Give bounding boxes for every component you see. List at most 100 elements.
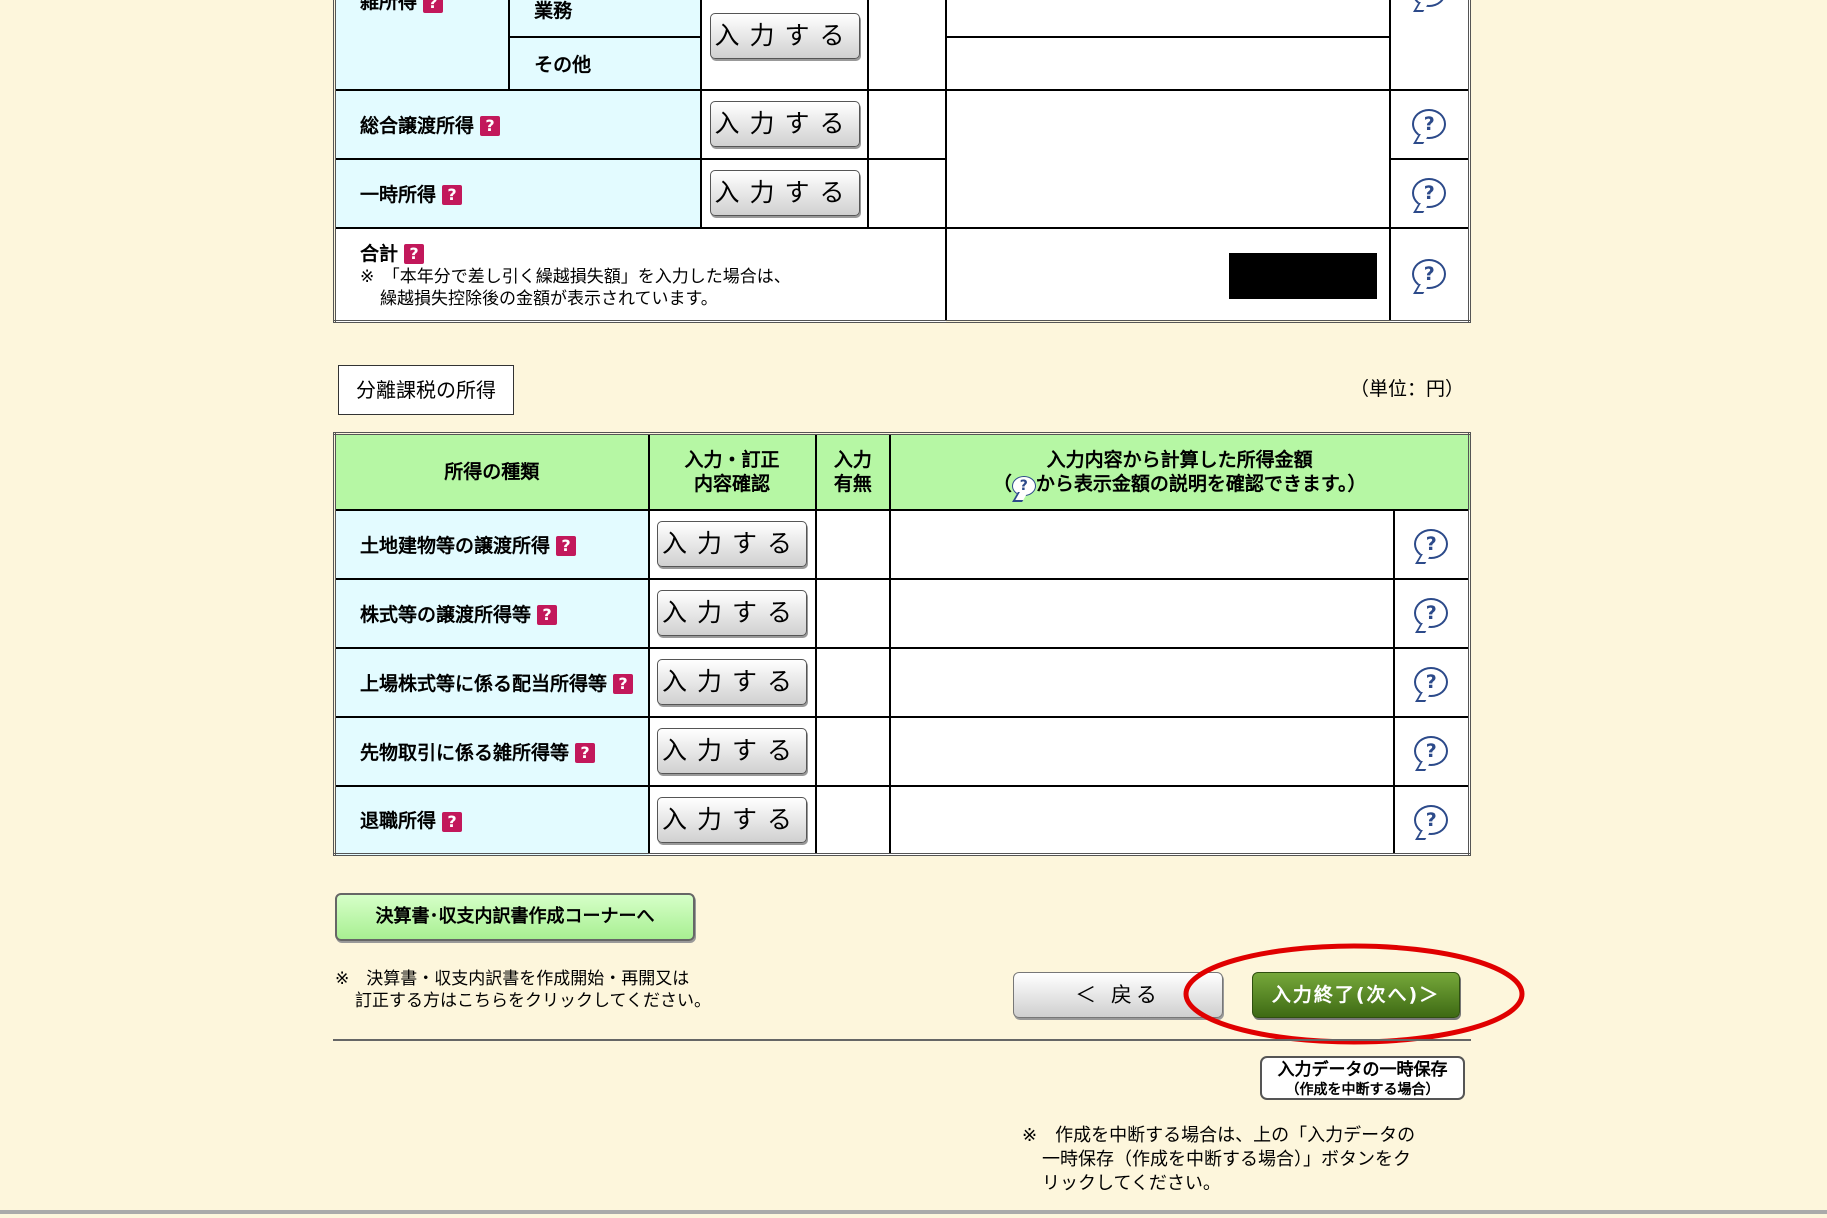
has-input-cell bbox=[814, 784, 892, 856]
input-button[interactable]: 入力する bbox=[709, 12, 860, 59]
help-square-icon[interactable]: ? bbox=[442, 185, 463, 205]
header-amount-line2: から表示金額の説明を確認できます。） bbox=[1035, 472, 1367, 495]
help-bubble-icon[interactable]: ? bbox=[1412, 259, 1447, 290]
table-row: 退職所得? 入力する ? bbox=[333, 784, 1471, 856]
save-button-line1: 入力データの一時保存 bbox=[1277, 1060, 1448, 1080]
header-has-input: 入力 有無 bbox=[814, 432, 892, 511]
help-bubble-icon[interactable]: ? bbox=[1412, 178, 1447, 208]
row-label-cell: 土地建物等の譲渡所得? bbox=[333, 508, 650, 580]
help-square-icon[interactable]: ? bbox=[537, 605, 558, 625]
amount-cell bbox=[889, 508, 1395, 580]
table-row: 株式等の譲渡所得等? 入力する ? bbox=[333, 577, 1471, 649]
row-label-cell: 先物取引に係る雑所得等? bbox=[333, 715, 650, 787]
input-cell: 入力する bbox=[647, 784, 817, 856]
amount-cell bbox=[889, 577, 1395, 649]
help-cell: ? bbox=[1392, 784, 1471, 856]
has-input-cell bbox=[867, 157, 948, 229]
input-cell: 入力する bbox=[699, 157, 870, 229]
input-button[interactable]: 入力する bbox=[709, 101, 860, 147]
has-input-cell bbox=[814, 715, 892, 787]
help-bubble-icon[interactable]: ? bbox=[1414, 736, 1449, 766]
general-income-table: 雑所得? 業務 入力する ? その他 総合譲渡所得? 入力する ? 一時所得? … bbox=[333, 0, 1471, 323]
help-square-icon[interactable]: ? bbox=[442, 811, 463, 832]
help-cell: ? bbox=[1392, 715, 1471, 787]
amount-cell bbox=[889, 715, 1395, 787]
row-label-cell: 株式等の譲渡所得等? bbox=[333, 577, 650, 649]
input-cell: 入力する bbox=[699, 88, 870, 160]
separate-income-table: 所得の種類 入力・訂正 内容確認 入力 有無 入力内容から計算した所得金額 （?… bbox=[333, 432, 1471, 856]
amount-cell bbox=[945, 0, 1391, 38]
table-row: 先物取引に係る雑所得等? 入力する ? bbox=[333, 715, 1471, 787]
header-amount: 入力内容から計算した所得金額 （? から表示金額の説明を確認できます。） bbox=[889, 432, 1471, 511]
input-button[interactable]: 入力する bbox=[657, 796, 808, 843]
sub-label-sonota: その他 bbox=[508, 35, 702, 91]
has-input-cell bbox=[867, 0, 948, 91]
has-input-cell bbox=[814, 577, 892, 649]
kessansho-note-line1: ※ 決算書・収支内訳書を作成開始・再開又は bbox=[335, 969, 690, 989]
input-button[interactable]: 入力する bbox=[657, 521, 808, 567]
header-confirm-line1: 入力・訂正 bbox=[684, 448, 780, 471]
row-label: 退職所得 bbox=[360, 810, 437, 833]
help-bubble-icon[interactable]: ? bbox=[1412, 0, 1447, 7]
help-bubble-icon[interactable]: ? bbox=[1412, 109, 1447, 139]
save-note-line1: ※ 作成を中断する場合は、上の「入力データの bbox=[1022, 1125, 1416, 1146]
header-confirm: 入力・訂正 内容確認 bbox=[647, 432, 817, 511]
row-label: 先物取引に係る雑所得等 bbox=[360, 741, 570, 764]
row-label: 土地建物等の譲渡所得 bbox=[360, 534, 551, 557]
row-label: 株式等の譲渡所得等 bbox=[360, 603, 532, 626]
help-square-icon[interactable]: ? bbox=[423, 0, 444, 13]
help-square-icon[interactable]: ? bbox=[575, 743, 596, 763]
input-button[interactable]: 入力する bbox=[657, 659, 808, 705]
total-label: 合計 bbox=[360, 242, 399, 265]
misc-income-label-cell: 雑所得? bbox=[333, 0, 511, 91]
row-label-cell: 上場株式等に係る配当所得等? bbox=[333, 646, 650, 718]
help-square-icon[interactable]: ? bbox=[480, 116, 501, 136]
header-amount-paren: （ bbox=[992, 472, 1012, 495]
row-sogo-joto: 総合譲渡所得? bbox=[333, 88, 702, 160]
header-confirm-line2: 内容確認 bbox=[694, 472, 771, 495]
sonota-label: その他 bbox=[534, 53, 592, 76]
amount-cell bbox=[889, 646, 1395, 718]
highlight-ellipse bbox=[1183, 943, 1525, 1045]
header-kind-label: 所得の種類 bbox=[444, 460, 540, 483]
bottom-border bbox=[0, 1210, 1827, 1214]
save-temp-button[interactable]: 入力データの一時保存 （作成を中断する場合） bbox=[1260, 1056, 1465, 1100]
row-ichiji: 一時所得? bbox=[333, 157, 702, 229]
save-note-line2: 一時保存（作成を中断する場合）」ボタンをク bbox=[1042, 1149, 1411, 1170]
amount-cell bbox=[889, 784, 1395, 856]
has-input-cell bbox=[867, 88, 948, 160]
input-cell: 入力する bbox=[647, 508, 817, 580]
input-button[interactable]: 入力する bbox=[657, 728, 808, 774]
section-title-box: 分離課税の所得 bbox=[338, 365, 514, 415]
input-button[interactable]: 入力する bbox=[657, 590, 808, 636]
help-square-icon[interactable]: ? bbox=[613, 674, 634, 694]
table-row: 上場株式等に係る配当所得等? 入力する ? bbox=[333, 646, 1471, 718]
help-bubble-icon[interactable]: ? bbox=[1414, 598, 1449, 628]
row-label: 一時所得 bbox=[360, 183, 437, 206]
redacted-amount bbox=[1228, 252, 1377, 299]
input-cell: 入力する bbox=[647, 715, 817, 787]
row-label: 上場株式等に係る配当所得等 bbox=[360, 672, 608, 695]
help-cell: ? bbox=[1392, 577, 1471, 649]
input-button[interactable]: 入力する bbox=[709, 170, 860, 216]
has-input-cell bbox=[814, 646, 892, 718]
help-square-icon[interactable]: ? bbox=[556, 536, 577, 556]
header-amount-line1: 入力内容から計算した所得金額 bbox=[1046, 448, 1313, 471]
save-button-line2: （作成を中断する場合） bbox=[1285, 1082, 1440, 1098]
help-square-icon[interactable]: ? bbox=[404, 244, 425, 265]
help-bubble-icon[interactable]: ? bbox=[1414, 667, 1449, 697]
misc-income-label: 雑所得 bbox=[360, 0, 418, 13]
input-cell: 入力する bbox=[647, 646, 817, 718]
help-bubble-icon[interactable]: ? bbox=[1414, 529, 1449, 559]
divider-line bbox=[333, 1039, 1471, 1041]
table-row: 土地建物等の譲渡所得? 入力する ? bbox=[333, 508, 1471, 580]
kessansho-corner-button[interactable]: 決算書･収支内訳書作成コーナーへ bbox=[335, 893, 695, 941]
header-has-line2: 有無 bbox=[833, 472, 872, 495]
header-has-line1: 入力 bbox=[833, 448, 872, 471]
help-cell: ? bbox=[1388, 0, 1471, 91]
kessansho-note: ※ 決算書・収支内訳書を作成開始・再開又は 訂正する方はこちらをクリックしてくだ… bbox=[335, 968, 711, 1012]
header-kind: 所得の種類 bbox=[333, 432, 650, 511]
unit-label: （単位：円） bbox=[1350, 378, 1465, 400]
has-input-cell bbox=[814, 508, 892, 580]
help-bubble-icon[interactable]: ? bbox=[1414, 804, 1449, 835]
